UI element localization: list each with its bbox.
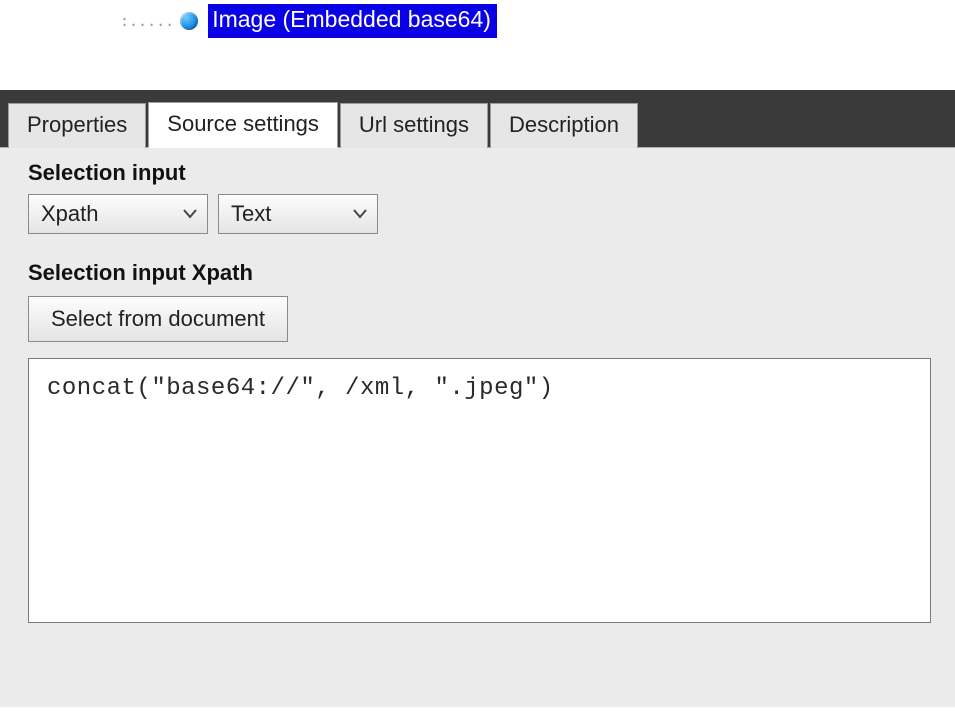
- chevron-down-icon: [353, 209, 367, 219]
- tree-node-label: Image (Embedded base64): [208, 4, 497, 38]
- group-title-selection-xpath: Selection input Xpath: [22, 258, 937, 294]
- xpath-expression-input[interactable]: [45, 373, 918, 612]
- group-selection-input: Selection input Xpath Text: [22, 158, 937, 234]
- selection-mode-dropdown[interactable]: Xpath: [28, 194, 208, 234]
- tabstrip: Properties Source settings Url settings …: [0, 90, 955, 147]
- tab-description[interactable]: Description: [490, 103, 638, 148]
- selection-type-dropdown[interactable]: Text: [218, 194, 378, 234]
- group-selection-xpath: Selection input Xpath Select from docume…: [22, 258, 937, 623]
- selection-mode-value: Xpath: [41, 201, 99, 227]
- tab-properties[interactable]: Properties: [8, 103, 146, 148]
- tree-connector-icon: :.....: [120, 12, 174, 30]
- combo-row: Xpath Text: [22, 194, 937, 234]
- tab-body-source-settings: Selection input Xpath Text Selecti: [0, 147, 955, 707]
- tree-panel: :..... Image (Embedded base64): [0, 0, 955, 75]
- xpath-expression-container: [28, 358, 931, 623]
- selection-type-value: Text: [231, 201, 271, 227]
- chevron-down-icon: [183, 209, 197, 219]
- select-from-document-button[interactable]: Select from document: [28, 296, 288, 342]
- node-bullet-icon: [180, 12, 198, 30]
- tree-node[interactable]: :..... Image (Embedded base64): [120, 5, 955, 37]
- tab-url-settings[interactable]: Url settings: [340, 103, 488, 148]
- group-title-selection-input: Selection input: [22, 158, 937, 194]
- settings-panel: Properties Source settings Url settings …: [0, 90, 955, 707]
- tab-source-settings[interactable]: Source settings: [148, 102, 338, 148]
